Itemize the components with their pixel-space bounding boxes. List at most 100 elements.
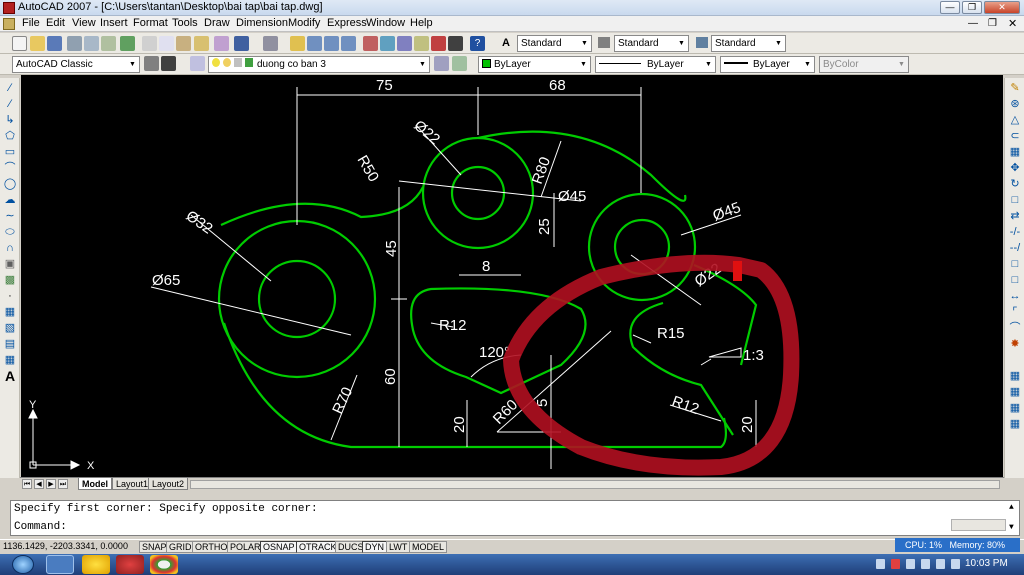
break-icon[interactable]: □ <box>1008 274 1022 287</box>
menu-view[interactable]: View <box>72 17 96 29</box>
properties-icon[interactable] <box>363 36 378 51</box>
dyn-toggle[interactable]: DYN <box>362 541 388 553</box>
design-center-icon[interactable] <box>380 36 395 51</box>
tray-volume-icon[interactable] <box>951 559 960 569</box>
redo-icon[interactable] <box>263 36 278 51</box>
tab-layout2[interactable]: Layout2 <box>148 478 189 490</box>
paste-icon[interactable] <box>176 36 191 51</box>
model-toggle[interactable]: MODEL <box>409 541 448 553</box>
trim-icon[interactable]: -/- <box>1008 226 1022 239</box>
tray-arrow-icon[interactable] <box>876 559 885 569</box>
menu-file[interactable]: File <box>22 17 40 29</box>
tool-palettes-icon[interactable] <box>397 36 412 51</box>
3d-dwf-icon[interactable] <box>120 36 135 51</box>
workspace-select[interactable]: AutoCAD Classic ▼ <box>12 56 140 73</box>
scale-icon[interactable]: □ <box>1008 194 1022 207</box>
app-taskbar-icon[interactable] <box>116 555 144 574</box>
restore-button[interactable]: ❐ <box>962 1 982 14</box>
minimize-button[interactable]: — <box>940 1 960 14</box>
prev-tab-button[interactable]: ◀ <box>34 479 44 489</box>
circle-icon[interactable]: ◯ <box>3 178 17 191</box>
hatch-icon[interactable]: ▦ <box>3 306 17 319</box>
last-tab-button[interactable]: ⏭ <box>58 479 68 489</box>
bring-above-icon[interactable]: ▦ <box>1008 402 1022 415</box>
menu-express[interactable]: Express <box>327 17 367 29</box>
start-button[interactable] <box>12 555 34 574</box>
region-icon[interactable]: ▤ <box>3 338 17 351</box>
help-icon[interactable]: ? <box>470 36 485 51</box>
lineweight-select[interactable]: ByLayer ▼ <box>720 56 815 73</box>
markup-icon[interactable] <box>431 36 446 51</box>
command-prompt[interactable]: Command: <box>14 521 67 533</box>
scroll-down-icon[interactable]: ▼ <box>1009 523 1014 532</box>
layer-select[interactable]: duong co ban 3 ▼ <box>208 56 430 73</box>
open-icon[interactable] <box>30 36 45 51</box>
polyline-icon[interactable]: ↳ <box>3 114 17 127</box>
erase-icon[interactable]: ✎ <box>1008 82 1022 95</box>
join-icon[interactable]: ↔ <box>1008 290 1022 303</box>
scroll-up-icon[interactable]: ▲ <box>1009 503 1014 512</box>
publish-icon[interactable] <box>101 36 116 51</box>
stretch-icon[interactable]: ⇄ <box>1008 210 1022 223</box>
offset-icon[interactable]: ⊂ <box>1008 130 1022 143</box>
sheet-set-icon[interactable] <box>414 36 429 51</box>
autocad-taskbar-icon[interactable] <box>46 555 74 574</box>
point-icon[interactable]: · <box>3 290 17 303</box>
move-icon[interactable]: ✥ <box>1008 162 1022 175</box>
grid-toggle[interactable]: GRID <box>166 541 195 553</box>
coordinate-readout[interactable]: 1136.1429, -2203.3341, 0.0000 <box>3 541 128 551</box>
ellipse-arc-icon[interactable]: ∩ <box>3 242 17 255</box>
plot-icon[interactable] <box>67 36 82 51</box>
extend-icon[interactable]: --/ <box>1008 242 1022 255</box>
dim-style-select[interactable]: Standard ▼ <box>614 35 689 52</box>
menu-edit[interactable]: Edit <box>46 17 65 29</box>
tab-layout1[interactable]: Layout1 <box>112 478 153 490</box>
menu-format[interactable]: Format <box>133 17 168 29</box>
menu-window[interactable]: Window <box>366 17 405 29</box>
array-icon[interactable]: ▦ <box>1008 146 1022 159</box>
make-layer-current-icon[interactable] <box>434 56 449 71</box>
command-scrollbar[interactable] <box>951 519 1006 531</box>
draw-order-back-icon[interactable]: ▦ <box>1008 386 1022 399</box>
zoom-previous-icon[interactable] <box>341 36 356 51</box>
menu-dimension[interactable]: Dimension <box>236 17 288 29</box>
tab-model[interactable]: Model <box>78 478 112 490</box>
rectangle-icon[interactable]: ▭ <box>3 146 17 159</box>
line-icon[interactable]: ∕ <box>3 82 17 95</box>
break-at-point-icon[interactable]: □ <box>1008 258 1022 271</box>
menu-tools[interactable]: Tools <box>172 17 198 29</box>
table-style-select[interactable]: Standard ▼ <box>711 35 786 52</box>
document-icon[interactable] <box>3 18 15 30</box>
undo-icon[interactable] <box>234 36 249 51</box>
menu-help[interactable]: Help <box>410 17 433 29</box>
mirror-icon[interactable]: △ <box>1008 114 1022 127</box>
zoom-window-icon[interactable] <box>324 36 339 51</box>
cut-icon[interactable] <box>142 36 157 51</box>
zoom-realtime-icon[interactable] <box>307 36 322 51</box>
workspace-settings-icon[interactable] <box>144 56 159 71</box>
text-style-select[interactable]: Standard ▼ <box>517 35 592 52</box>
draw-order-front-icon[interactable]: ▦ <box>1008 370 1022 383</box>
menu-draw[interactable]: Draw <box>204 17 230 29</box>
fillet-icon[interactable]: ⌒ <box>1008 322 1022 335</box>
osnap-toggle[interactable]: OSNAP <box>260 541 298 553</box>
copy-icon[interactable] <box>159 36 174 51</box>
tray-flag-icon[interactable] <box>891 559 900 569</box>
chamfer-icon[interactable]: ⌜ <box>1008 306 1022 319</box>
color-select[interactable]: ByLayer ▼ <box>478 56 591 73</box>
horizontal-scrollbar[interactable] <box>190 480 1000 489</box>
insert-block-icon[interactable]: ▣ <box>3 258 17 271</box>
make-block-icon[interactable]: ▩ <box>3 274 17 287</box>
menu-insert[interactable]: Insert <box>100 17 128 29</box>
layer-previous-icon[interactable] <box>452 56 467 71</box>
arc-icon[interactable]: ⌒ <box>3 162 17 175</box>
save-icon[interactable] <box>47 36 62 51</box>
messenger-taskbar-icon[interactable] <box>82 555 110 574</box>
rotate-icon[interactable]: ↻ <box>1008 178 1022 191</box>
workspace-save-icon[interactable] <box>161 56 176 71</box>
first-tab-button[interactable]: ⏮ <box>22 479 32 489</box>
new-icon[interactable] <box>12 36 27 51</box>
polygon-icon[interactable]: ⬠ <box>3 130 17 143</box>
match-properties-icon[interactable] <box>194 36 209 51</box>
menu-modify[interactable]: Modify <box>288 17 320 29</box>
